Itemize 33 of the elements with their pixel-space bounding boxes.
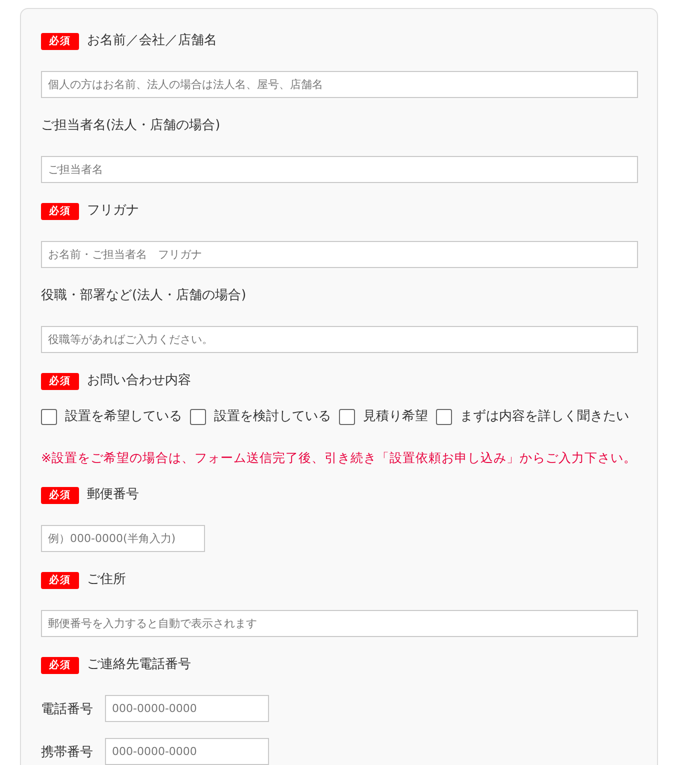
checkbox-label[interactable]: 設置を検討している	[214, 408, 331, 426]
checkbox[interactable]	[339, 409, 355, 425]
field-label: ご住所	[87, 571, 126, 589]
checkbox[interactable]	[41, 409, 57, 425]
checkbox-label[interactable]: まずは内容を詳しく聞きたい	[460, 408, 629, 426]
phone-field[interactable]: 000-0000-0000	[105, 738, 269, 765]
text-field[interactable]: 郵便番号を入力すると自動で表示されます	[41, 610, 638, 637]
text-field[interactable]: お名前・ご担当者名 フリガナ	[41, 241, 638, 268]
field-label: 郵便番号	[87, 486, 139, 504]
checkbox[interactable]	[190, 409, 206, 425]
required-badge: 必須	[41, 656, 79, 674]
phone-label: 電話番号	[41, 700, 93, 718]
text-field[interactable]: ご担当者名	[41, 156, 638, 183]
field-label: ご担当者名(法人・店舗の場合)	[41, 117, 220, 135]
checkbox-label[interactable]: 設置を希望している	[65, 408, 182, 426]
phone-label: 携帯番号	[41, 744, 93, 760]
text-field[interactable]: 役職等があればご入力ください。	[41, 326, 638, 353]
phone-field[interactable]: 000-0000-0000	[105, 695, 269, 722]
required-badge: 必須	[41, 202, 79, 220]
text-field[interactable]: 個人の方はお名前、法人の場合は法人名、屋号、店舗名	[41, 71, 638, 98]
notice-text: ※設置をご希望の場合は、フォーム送信完了後、引き続き「設置依頼お申し込み」からご入力下さい。	[41, 450, 637, 467]
checkbox[interactable]	[436, 409, 452, 425]
field-label: ご連絡先電話番号	[87, 656, 191, 674]
field-label: お名前／会社／店舗名	[87, 32, 217, 50]
required-badge: 必須	[41, 372, 79, 390]
field-label: お問い合わせ内容	[87, 372, 191, 390]
required-badge: 必須	[41, 572, 79, 588]
required-badge: 必須	[41, 486, 79, 504]
field-label: 役職・部署など(法人・店舗の場合)	[41, 287, 246, 305]
checkbox-label[interactable]: 見積り希望	[363, 408, 428, 426]
field-label: フリガナ	[87, 202, 139, 220]
text-field[interactable]: 例）000-0000(半角入力)	[41, 525, 205, 552]
required-badge: 必須	[41, 32, 79, 50]
